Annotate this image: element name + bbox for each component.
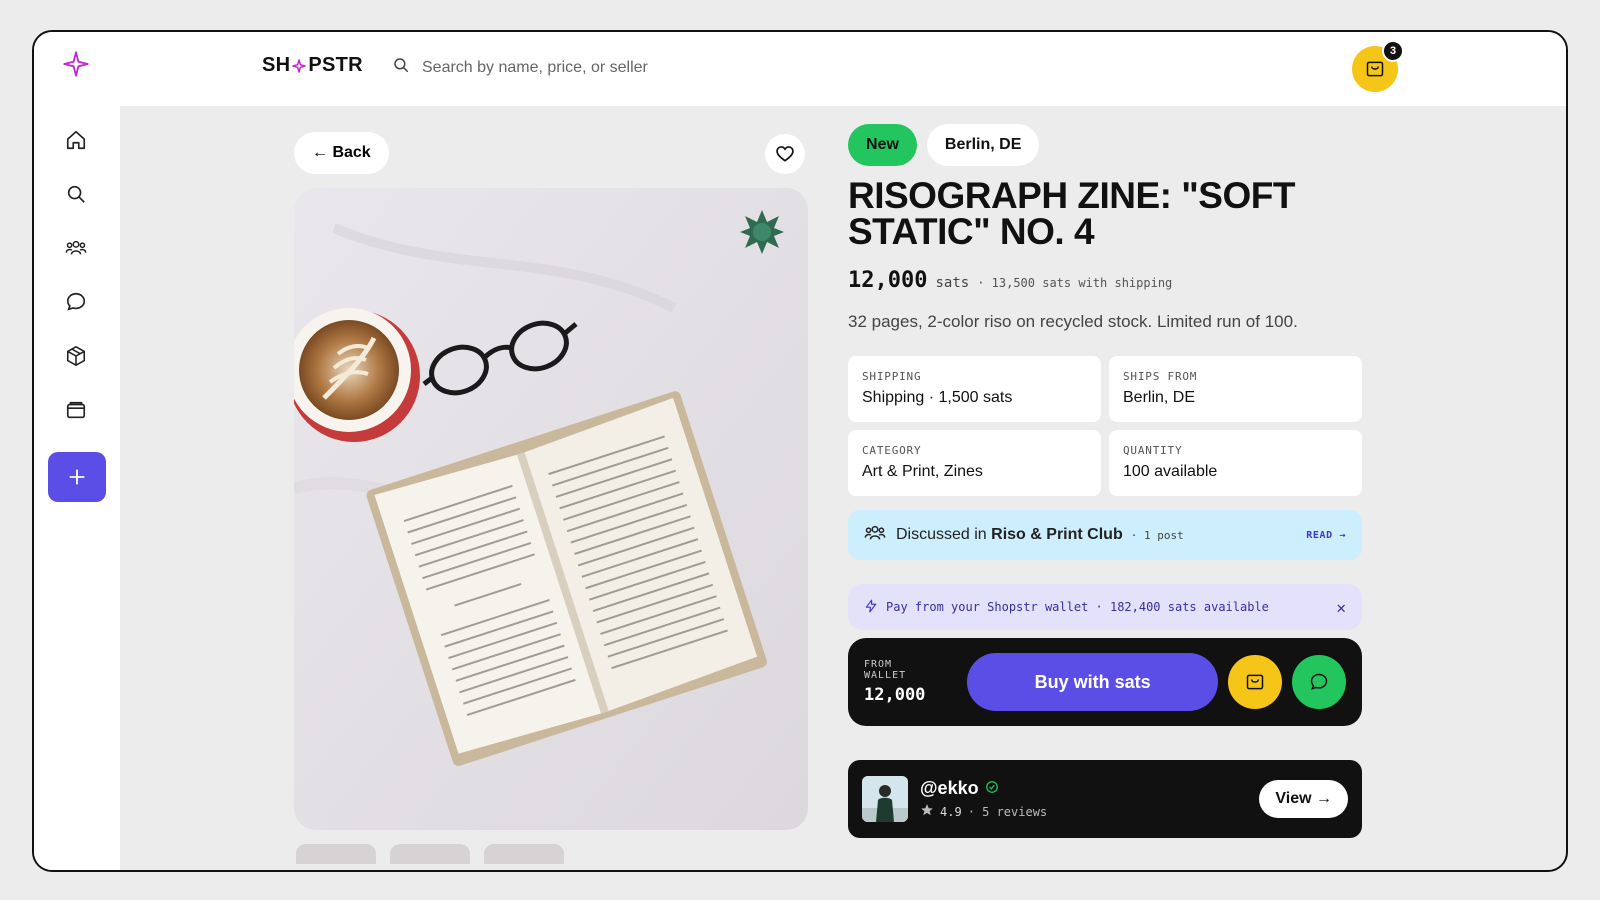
thumbnail-3[interactable]: [484, 844, 564, 864]
seller-info: @ekko 4.9 · 5 reviews: [920, 778, 1047, 820]
community-icon: [864, 522, 886, 549]
detail-value: 100 available: [1123, 463, 1218, 480]
thumbnail-1[interactable]: [296, 844, 376, 864]
add-listing-button[interactable]: [48, 452, 106, 502]
detail-value: Shipping · 1,500 sats: [862, 389, 1013, 406]
lightning-icon: [864, 598, 878, 617]
price-value: 12,000: [848, 268, 928, 293]
brand-logo[interactable]: SH PSTR: [262, 54, 363, 77]
sparkle-logo-icon[interactable]: [62, 50, 90, 78]
wallet-amount: FROM WALLET 12,000: [864, 659, 941, 705]
wallet-icon[interactable]: [64, 398, 88, 422]
package-icon[interactable]: [64, 344, 88, 368]
product-description: 32 pages, 2-color riso on recycled stock…: [848, 312, 1298, 331]
detail-label: CATEGORY: [862, 444, 922, 457]
post-count: · 1 post: [1130, 528, 1184, 542]
chat-icon: [1310, 673, 1328, 690]
back-button[interactable]: ← Back: [294, 132, 389, 174]
wallet-banner: Pay from your Shopstr wallet · 182,400 s…: [848, 584, 1362, 630]
buy-with-sats-button[interactable]: Buy with sats: [967, 653, 1219, 711]
brand-text-right: PSTR: [308, 54, 363, 76]
search-nav-icon[interactable]: [64, 182, 88, 206]
detail-label: SHIPPING: [862, 370, 922, 383]
favorite-button[interactable]: [765, 134, 805, 174]
view-seller-button[interactable]: View →: [1259, 780, 1348, 818]
from-wallet-value: 12,000: [864, 685, 926, 705]
price-unit: sats: [935, 275, 970, 291]
app-window: SH PSTR 3 ← Back: [32, 30, 1568, 872]
plus-icon: [69, 469, 85, 485]
detail-ships-from: SHIPS FROM Berlin, DE: [1109, 356, 1362, 422]
price-row: 12,000 sats · 13,500 sats with shipping: [848, 268, 1172, 293]
community-icon[interactable]: [64, 236, 88, 260]
cart-count-badge: 3: [1382, 40, 1404, 62]
detail-quantity: QUANTITY 100 available: [1109, 430, 1362, 496]
add-to-cart-button[interactable]: [1228, 655, 1283, 709]
detail-value: Art & Print, Zines: [862, 463, 983, 480]
seller-rating: 4.9: [940, 804, 962, 819]
coffee-book-photo: [294, 188, 808, 830]
condition-badge: New: [848, 124, 917, 166]
wallet-text: Pay from your Shopstr wallet · 182,400 s…: [886, 600, 1269, 614]
star-icon: [920, 803, 934, 820]
detail-value: Berlin, DE: [1123, 389, 1196, 406]
thumbnail-2[interactable]: [390, 844, 470, 864]
top-bar: SH PSTR 3: [120, 32, 1566, 106]
verified-icon: [985, 778, 999, 799]
from-wallet-label: FROM WALLET: [864, 659, 907, 681]
seller-review-count: · 5 reviews: [967, 804, 1048, 819]
detail-category: CATEGORY Art & Print, Zines: [848, 430, 1101, 496]
seller-avatar[interactable]: [862, 776, 908, 822]
price-with-shipping: · 13,500 sats with shipping: [977, 276, 1173, 290]
detail-label: QUANTITY: [1123, 444, 1183, 457]
close-icon[interactable]: ✕: [1336, 598, 1346, 617]
product-title: RISOGRAPH ZINE: "SOFT STATIC" NO. 4: [848, 175, 1295, 252]
message-seller-button[interactable]: [1292, 655, 1346, 709]
search-icon: [392, 56, 410, 79]
seller-card: @ekko 4.9 · 5 reviews View →: [848, 760, 1362, 838]
product-tags: New Berlin, DE: [848, 124, 1040, 166]
detail-shipping: SHIPPING Shipping · 1,500 sats: [848, 356, 1101, 422]
heart-icon: [776, 146, 794, 162]
search-bar: [392, 56, 922, 79]
details-grid: SHIPPING Shipping · 1,500 sats SHIPS FRO…: [848, 356, 1362, 496]
sidebar: [34, 32, 120, 870]
product-image[interactable]: [294, 188, 808, 830]
shopping-bag-icon: [1246, 674, 1264, 690]
search-input[interactable]: [422, 58, 922, 77]
brand-sparkle-icon: [291, 58, 307, 74]
detail-label: SHIPS FROM: [1123, 370, 1198, 383]
brand-text-left: SH: [262, 54, 291, 76]
buy-bar: FROM WALLET 12,000 Buy with sats: [848, 638, 1362, 726]
discussion-prefix: Discussed in: [896, 526, 987, 543]
discussion-text: Discussed in Riso & Print Club: [896, 526, 1123, 544]
home-icon[interactable]: [64, 128, 88, 152]
club-name[interactable]: Riso & Print Club: [991, 526, 1123, 543]
messages-icon[interactable]: [64, 290, 88, 314]
discussion-banner[interactable]: Discussed in Riso & Print Club · 1 post …: [848, 510, 1362, 560]
read-link[interactable]: READ →: [1306, 530, 1346, 541]
seller-handle[interactable]: @ekko: [920, 778, 979, 799]
shopping-bag-icon: [1366, 61, 1384, 77]
location-badge[interactable]: Berlin, DE: [926, 124, 1040, 166]
